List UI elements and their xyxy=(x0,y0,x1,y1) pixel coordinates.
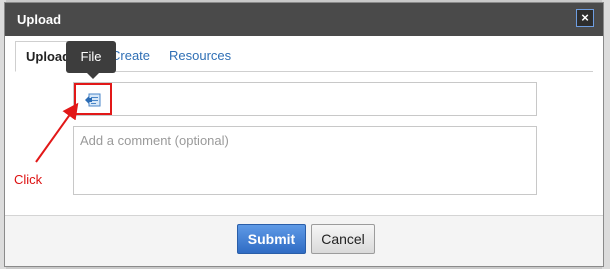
annotation-click-label: Click xyxy=(14,172,43,187)
dialog-titlebar: Upload × xyxy=(5,3,603,36)
close-button[interactable]: × xyxy=(576,9,594,27)
submit-button[interactable]: Submit xyxy=(237,224,306,254)
file-field[interactable] xyxy=(73,82,537,116)
dialog-footer: Submit Cancel xyxy=(5,215,603,266)
close-icon: × xyxy=(581,10,589,25)
file-upload-icon xyxy=(85,93,101,107)
file-tooltip: File xyxy=(66,41,116,79)
cancel-button[interactable]: Cancel xyxy=(311,224,375,254)
dialog-title: Upload xyxy=(17,12,62,27)
file-button[interactable] xyxy=(74,83,112,115)
tab-resources[interactable]: Resources xyxy=(159,41,241,71)
comment-textarea[interactable] xyxy=(73,126,537,195)
